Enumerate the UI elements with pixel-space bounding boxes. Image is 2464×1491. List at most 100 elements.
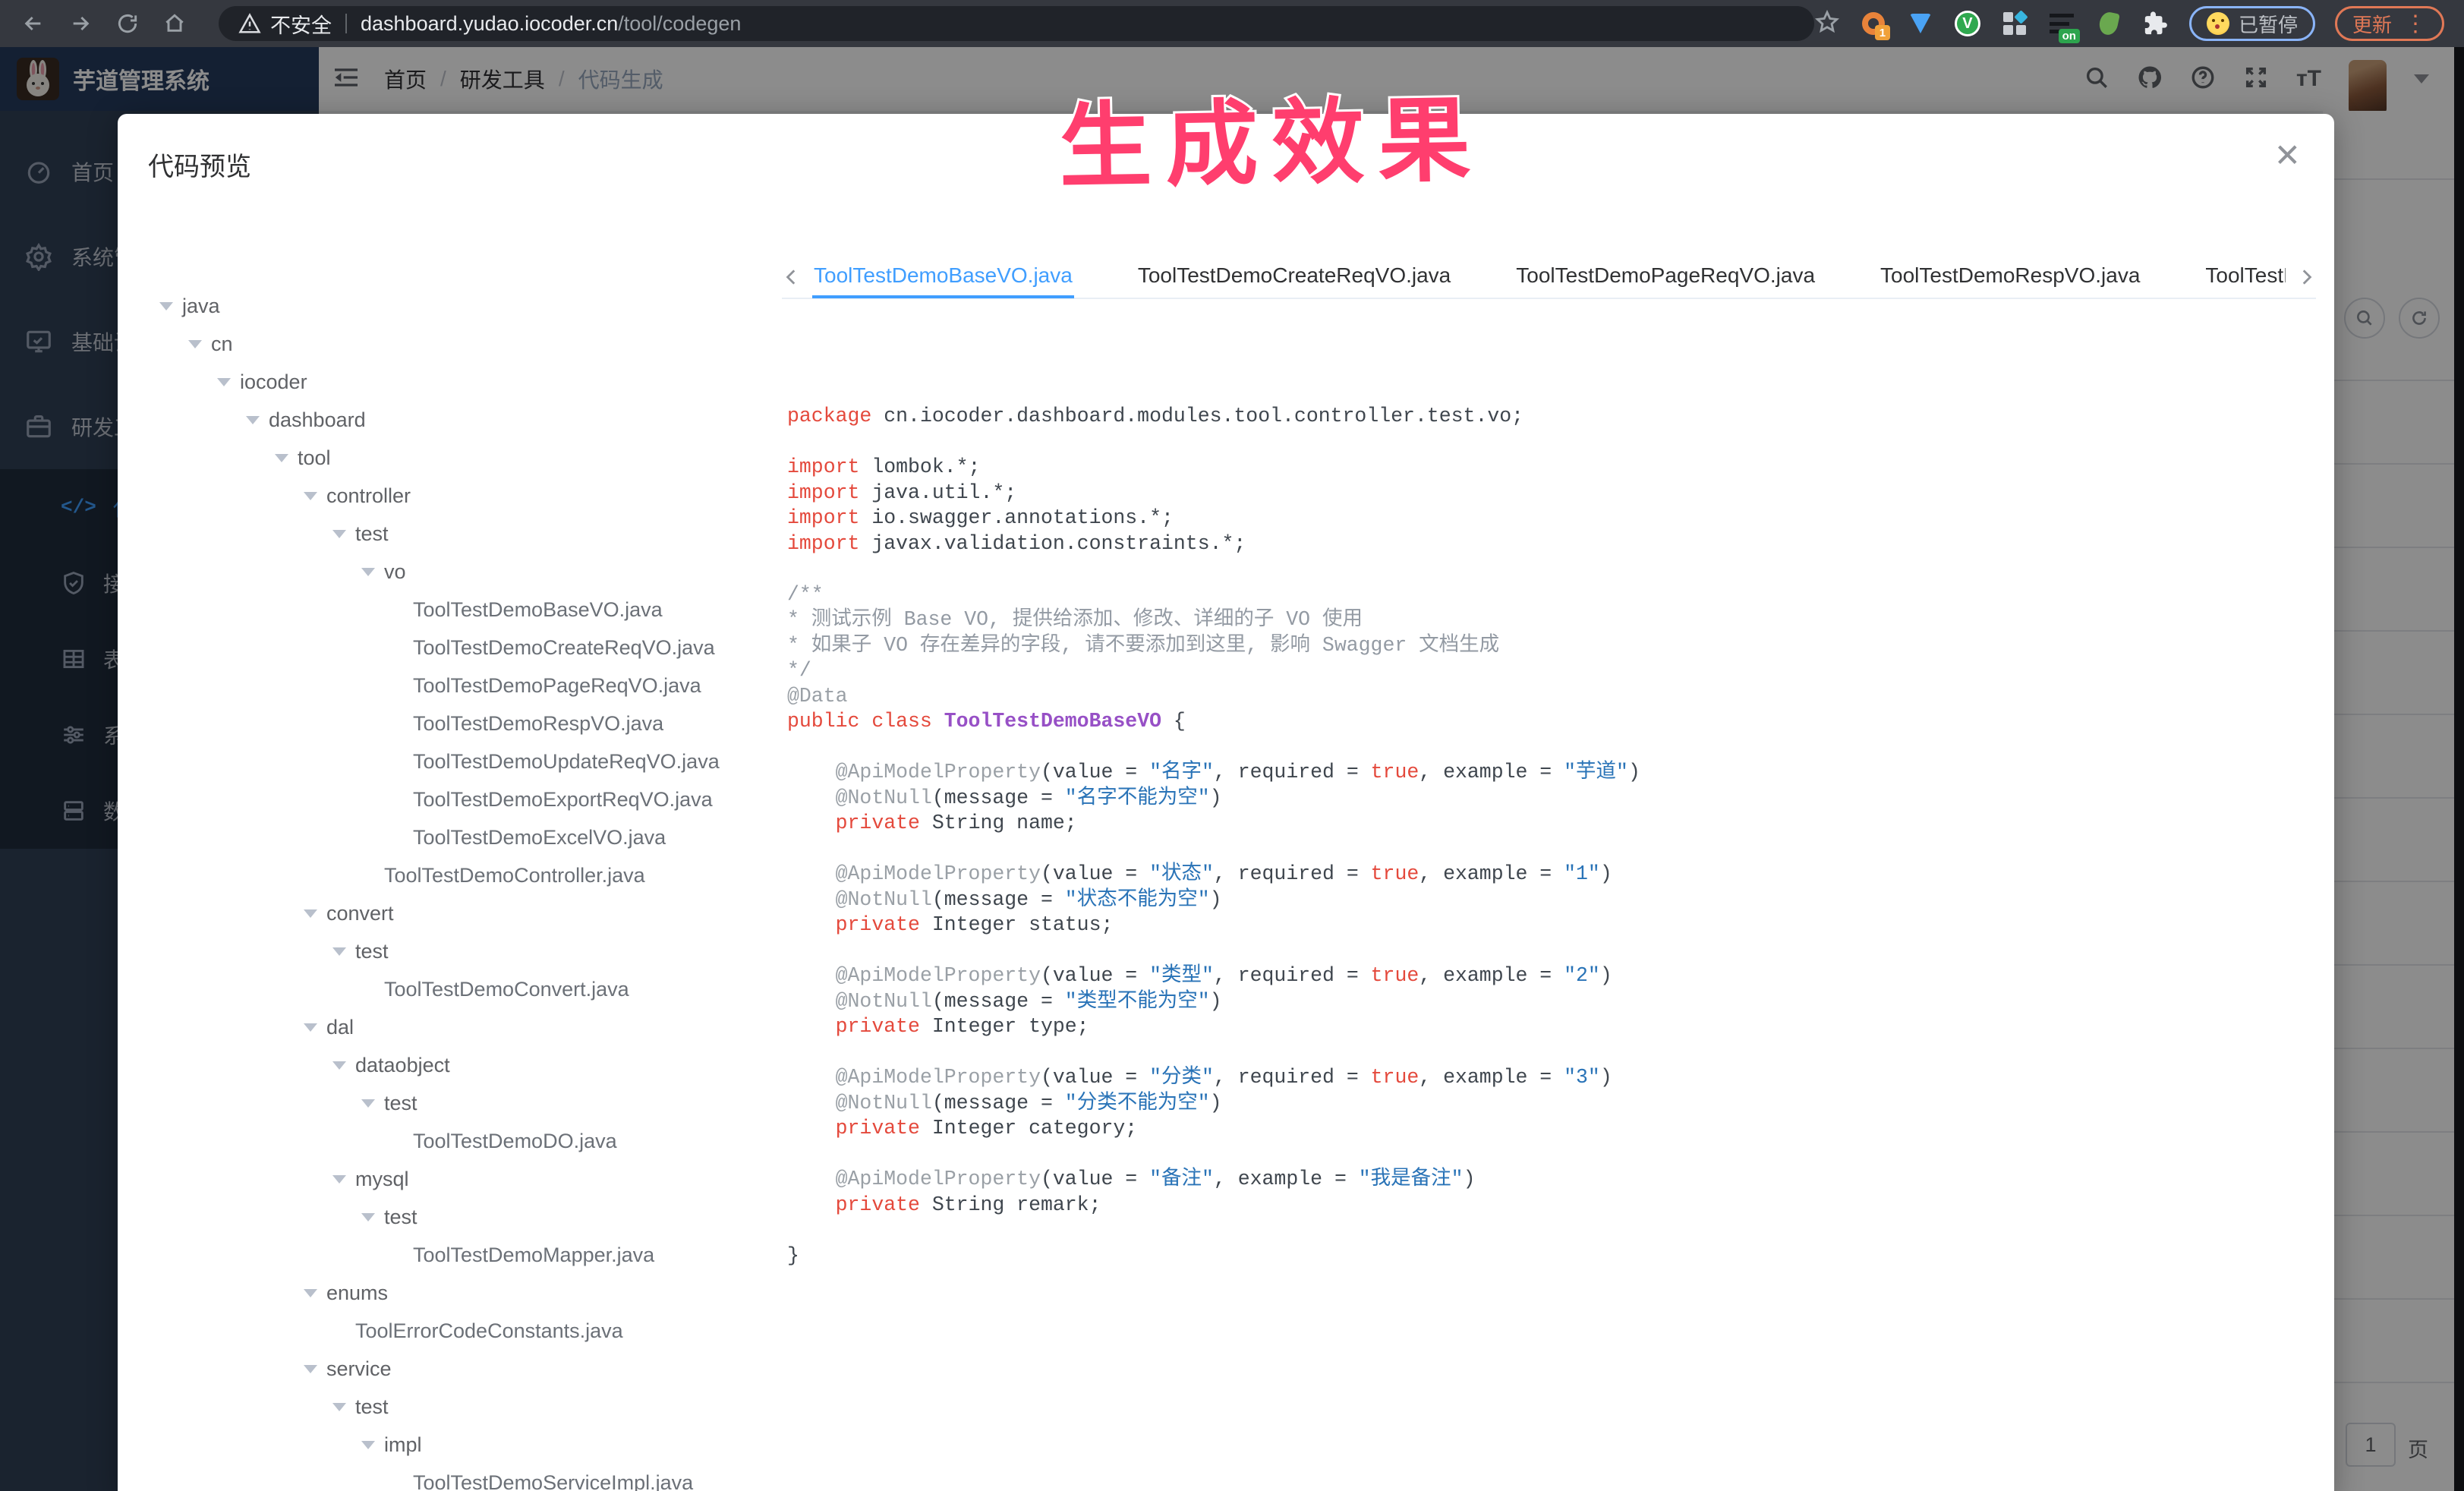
code-preview-modal: 代码预览 ✕ java cn iocoder dashboard tool control… — [118, 114, 2334, 1491]
browser-home-icon[interactable] — [161, 10, 188, 37]
browser-back-icon[interactable] — [20, 10, 47, 37]
tree-folder[interactable]: dataobject — [159, 1046, 774, 1084]
tree-expand-caret-icon[interactable] — [332, 1402, 355, 1411]
extension-green-v-icon[interactable]: V — [1954, 10, 1981, 37]
extension-list-on-icon[interactable]: on — [2048, 10, 2080, 43]
tree-expand-caret-icon[interactable] — [304, 1288, 326, 1297]
tree-file[interactable]: ToolTestDemoExportReqVO.java — [159, 780, 774, 818]
tree-expand-caret-icon[interactable] — [304, 1023, 326, 1032]
code-line: @NotNull(message = "名字不能为空") — [835, 786, 1222, 809]
bookmark-star-icon[interactable] — [1814, 9, 1840, 39]
browser-toolbar: 不安全 dashboard.yudao.iocoder.cn/tool/code… — [0, 0, 2464, 47]
tree-expand-caret-icon[interactable] — [304, 1364, 326, 1373]
tabs-scroll-left-icon[interactable] — [782, 267, 802, 291]
tree-expand-caret-icon[interactable] — [361, 1212, 384, 1221]
code-line: package cn.iocoder.dashboard.modules.too… — [787, 405, 1524, 427]
code-line: private Integer status; — [835, 913, 1114, 936]
tree-folder[interactable]: test — [159, 515, 774, 553]
tree-folder[interactable]: convert — [159, 894, 774, 932]
tree-expand-caret-icon[interactable] — [246, 415, 269, 424]
browser-menu-dots-icon[interactable]: ⋮ — [2404, 12, 2427, 35]
code-line: private String name; — [835, 812, 1077, 834]
tree-file[interactable]: ToolTestDemoBaseVO.java — [159, 591, 774, 629]
tree-expand-caret-icon[interactable] — [332, 1061, 355, 1070]
tree-folder[interactable]: mysql — [159, 1160, 774, 1198]
code-line: import javax.validation.constraints.*; — [787, 531, 1246, 555]
tree-file[interactable]: ToolErrorCodeConstants.java — [159, 1312, 774, 1350]
tree-folder[interactable]: iocoder — [159, 363, 774, 401]
tree-node-label: ToolTestDemoConvert.java — [384, 977, 629, 1001]
tree-node-label: dashboard — [269, 408, 366, 431]
tabs-scroll-right-icon[interactable] — [2296, 267, 2316, 291]
tree-folder[interactable]: java — [159, 287, 774, 325]
extensions-puzzle-icon[interactable] — [2142, 10, 2169, 37]
tree-file[interactable]: ToolTestDemoServiceImpl.java — [159, 1464, 774, 1491]
tree-expand-caret-icon[interactable] — [304, 909, 326, 918]
tree-folder[interactable]: dal — [159, 1008, 774, 1046]
tree-folder[interactable]: vo — [159, 553, 774, 591]
tree-expand-caret-icon[interactable] — [188, 339, 211, 348]
tree-expand-caret-icon[interactable] — [361, 567, 384, 576]
extension-grid-icon[interactable] — [2001, 10, 2028, 37]
code-view[interactable]: package cn.iocoder.dashboard.modules.too… — [787, 404, 2311, 1269]
tree-file[interactable]: ToolTestDemoUpdateReqVO.java — [159, 742, 774, 780]
browser-forward-icon[interactable] — [67, 10, 94, 37]
tree-node-label: service — [326, 1357, 392, 1380]
tree-folder[interactable]: cn — [159, 325, 774, 363]
tree-file[interactable]: ToolTestDemoPageReqVO.java — [159, 667, 774, 705]
tree-folder[interactable]: service — [159, 1350, 774, 1388]
tree-node-label: ToolTestDemoDO.java — [413, 1129, 617, 1152]
tree-folder[interactable]: test — [159, 1388, 774, 1426]
tree-expand-caret-icon[interactable] — [361, 1440, 384, 1449]
tree-expand-caret-icon[interactable] — [217, 377, 240, 386]
extension-leaf-icon[interactable] — [2095, 10, 2122, 37]
tree-expand-caret-icon[interactable] — [361, 1099, 384, 1108]
tree-node-label: ToolTestDemoController.java — [384, 863, 645, 887]
tree-folder[interactable]: controller — [159, 477, 774, 515]
tree-file[interactable]: ToolTestDemoController.java — [159, 856, 774, 894]
tree-expand-caret-icon[interactable] — [275, 453, 298, 462]
chrome-update-button[interactable]: 更新 ⋮ — [2334, 6, 2444, 41]
tree-file[interactable]: ToolTestDemoRespVO.java — [159, 705, 774, 742]
code-tab-2[interactable]: ToolTestDemoPageReqVO.java — [1514, 259, 1816, 298]
close-icon[interactable]: ✕ — [2274, 140, 2301, 172]
code-tab-4[interactable]: ToolTestDemoUpdateReqVO.java — [2204, 259, 2286, 298]
tree-folder[interactable]: test — [159, 1198, 774, 1236]
tree-node-label: ToolTestDemoUpdateReqVO.java — [413, 749, 720, 773]
tree-folder[interactable]: test — [159, 932, 774, 970]
code-line: import lombok.*; — [787, 455, 981, 478]
tree-expand-caret-icon[interactable] — [332, 1174, 355, 1184]
code-tab-3[interactable]: ToolTestDemoRespVO.java — [1879, 259, 2141, 298]
tree-expand-caret-icon[interactable] — [332, 947, 355, 956]
url-path: /tool/codegen — [618, 11, 742, 35]
paused-label: 已暂停 — [2238, 13, 2298, 36]
tree-folder[interactable]: impl — [159, 1426, 774, 1464]
url-host: dashboard.yudao.iocoder.cn — [361, 11, 619, 35]
code-tab-1[interactable]: ToolTestDemoCreateReqVO.java — [1136, 259, 1452, 298]
tree-node-label: vo — [384, 560, 406, 583]
extension-badge-icon[interactable]: 1 — [1860, 10, 1890, 40]
tree-expand-caret-icon[interactable] — [159, 301, 182, 310]
tree-file[interactable]: ToolTestDemoCreateReqVO.java — [159, 629, 774, 667]
tree-folder[interactable]: dashboard — [159, 401, 774, 439]
profile-paused-badge[interactable]: 已暂停 — [2188, 6, 2315, 41]
browser-reload-icon[interactable] — [114, 10, 141, 37]
address-bar[interactable]: 不安全 dashboard.yudao.iocoder.cn/tool/code… — [219, 6, 1814, 41]
tree-folder[interactable]: enums — [159, 1274, 774, 1312]
extension-gem-icon[interactable] — [1907, 10, 1934, 37]
code-tab-0[interactable]: ToolTestDemoBaseVO.java — [812, 259, 1074, 298]
tree-file[interactable]: ToolTestDemoConvert.java — [159, 970, 774, 1008]
tree-expand-caret-icon[interactable] — [332, 529, 355, 538]
tree-file[interactable]: ToolTestDemoExcelVO.java — [159, 818, 774, 856]
tree-file[interactable]: ToolTestDemoDO.java — [159, 1122, 774, 1160]
tree-node-label: test — [384, 1205, 417, 1228]
tree-expand-caret-icon[interactable] — [304, 491, 326, 500]
tree-folder[interactable]: tool — [159, 439, 774, 477]
tree-file[interactable]: ToolTestDemoMapper.java — [159, 1236, 774, 1274]
tree-folder[interactable]: test — [159, 1084, 774, 1122]
code-line: @Data — [787, 684, 848, 708]
tree-node-label: ToolTestDemoMapper.java — [413, 1243, 655, 1266]
security-label: 不安全 — [270, 14, 332, 37]
tree-node-label: dal — [326, 1015, 354, 1039]
